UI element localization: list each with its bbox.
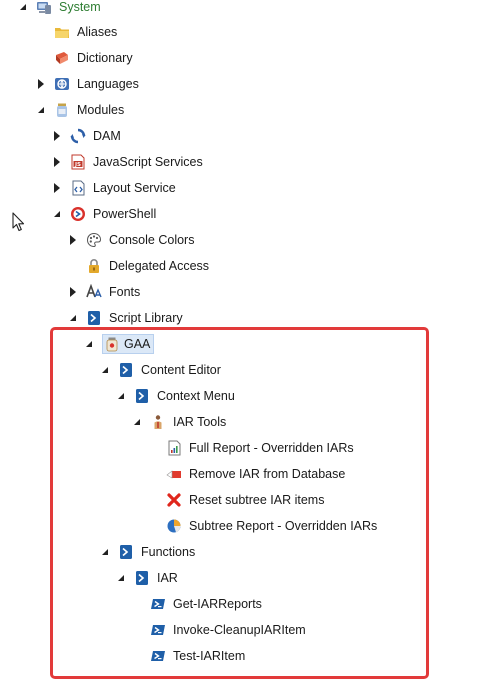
pie-chart-icon	[166, 518, 182, 534]
user-tools-icon	[150, 414, 166, 430]
tree-item-context-menu[interactable]: Context Menu	[0, 385, 479, 407]
expanded-arrow-icon[interactable]	[100, 547, 110, 557]
tree-item-subtree-report[interactable]: Subtree Report - Overridden IARs	[0, 515, 479, 537]
tree-item-label: IAR	[157, 571, 178, 585]
eraser-icon	[166, 466, 182, 482]
modules-jar-icon	[54, 102, 70, 118]
lock-icon	[86, 258, 102, 274]
expanded-arrow-icon[interactable]	[18, 2, 28, 12]
module-jar-icon	[102, 334, 121, 354]
tree-item-functions[interactable]: Functions	[0, 541, 479, 563]
powershell-module-icon	[134, 570, 150, 586]
tree-item-remove-iar[interactable]: Remove IAR from Database	[0, 463, 479, 485]
expanded-arrow-icon[interactable]	[132, 417, 142, 427]
tree-item-fonts[interactable]: Fonts	[0, 281, 479, 303]
expanded-arrow-icon[interactable]	[84, 339, 94, 349]
tree-item-label: Get-IARReports	[173, 597, 262, 611]
delete-x-icon	[166, 492, 182, 508]
font-icon	[86, 284, 102, 300]
tree-item-get-iarreports[interactable]: Get-IARReports	[0, 593, 479, 615]
powershell-script-icon	[150, 648, 166, 664]
tree-item-label: JavaScript Services	[93, 155, 203, 169]
palette-icon	[86, 232, 102, 248]
tree-item-label: GAA	[121, 334, 155, 354]
languages-globe-icon	[54, 76, 70, 92]
tree-item-label: Fonts	[109, 285, 141, 299]
mouse-pointer-icon	[12, 212, 26, 232]
tree-item-label: Invoke-CleanupIARItem	[173, 623, 306, 637]
collapsed-arrow-icon[interactable]	[68, 287, 78, 297]
collapsed-arrow-icon[interactable]	[52, 183, 62, 193]
tree-item-test-iaritem[interactable]: Test-IARItem	[0, 645, 479, 667]
collapsed-arrow-icon[interactable]	[52, 131, 62, 141]
expanded-arrow-icon[interactable]	[68, 313, 78, 323]
collapsed-arrow-icon[interactable]	[68, 235, 78, 245]
dictionary-book-icon	[54, 50, 70, 66]
dam-sync-icon	[70, 128, 86, 144]
tree-item-full-report[interactable]: Full Report - Overridden IARs	[0, 437, 479, 459]
tree-item-label: Remove IAR from Database	[189, 467, 346, 481]
tree-item-label: Reset subtree IAR items	[189, 493, 325, 507]
tree-item-label: Test-IARItem	[173, 649, 246, 663]
tree-item-label: System	[59, 0, 101, 14]
tree-item-modules[interactable]: Modules	[0, 99, 479, 121]
tree-item-label: Languages	[77, 77, 139, 91]
tree-item-label: Modules	[77, 103, 125, 117]
tree-item-gaa[interactable]: GAA	[0, 333, 479, 355]
tree-item-aliases[interactable]: Aliases	[0, 21, 479, 43]
svg-text:JS: JS	[74, 162, 81, 168]
tree-item-dictionary[interactable]: Dictionary	[0, 47, 479, 69]
content-tree: System Aliases Dictionary Languages Modu…	[0, 0, 479, 678]
powershell-module-icon	[134, 388, 150, 404]
expanded-arrow-icon[interactable]	[100, 365, 110, 375]
powershell-module-icon	[118, 362, 134, 378]
tree-item-iar[interactable]: IAR	[0, 567, 479, 589]
expanded-arrow-icon[interactable]	[116, 573, 126, 583]
tree-item-languages[interactable]: Languages	[0, 73, 479, 95]
tree-item-system[interactable]: System	[0, 0, 479, 18]
tree-item-invoke-cleanupiaritem[interactable]: Invoke-CleanupIARItem	[0, 619, 479, 641]
tree-item-label: IAR Tools	[173, 415, 227, 429]
powershell-logo-icon	[70, 206, 86, 222]
tree-item-label: Script Library	[109, 311, 183, 325]
tree-item-reset-subtree[interactable]: Reset subtree IAR items	[0, 489, 479, 511]
tree-item-dam[interactable]: DAM	[0, 125, 479, 147]
tree-item-label: Dictionary	[77, 51, 133, 65]
tree-item-label: Content Editor	[141, 363, 221, 377]
expanded-arrow-icon[interactable]	[52, 209, 62, 219]
tree-item-label: DAM	[93, 129, 121, 143]
tree-item-iar-tools[interactable]: IAR Tools	[0, 411, 479, 433]
tree-item-javascript-services[interactable]: JS JavaScript Services	[0, 151, 479, 173]
tree-item-label: Layout Service	[93, 181, 176, 195]
expanded-arrow-icon[interactable]	[36, 105, 46, 115]
tree-item-console-colors[interactable]: Console Colors	[0, 229, 479, 251]
layout-code-file-icon	[70, 180, 86, 196]
tree-item-label: Aliases	[77, 25, 118, 39]
folder-icon	[54, 24, 70, 40]
tree-item-label: PowerShell	[93, 207, 157, 221]
collapsed-arrow-icon[interactable]	[36, 79, 46, 89]
tree-item-label: Delegated Access	[109, 259, 210, 273]
javascript-file-icon: JS	[70, 154, 86, 170]
tree-item-label: Subtree Report - Overridden IARs	[189, 519, 378, 533]
tree-item-content-editor[interactable]: Content Editor	[0, 359, 479, 381]
report-chart-icon	[166, 440, 182, 456]
tree-item-label: Console Colors	[109, 233, 195, 247]
tree-item-powershell[interactable]: PowerShell	[0, 203, 479, 225]
tree-item-label: Full Report - Overridden IARs	[189, 441, 354, 455]
collapsed-arrow-icon[interactable]	[52, 157, 62, 167]
powershell-script-icon	[150, 596, 166, 612]
powershell-module-icon	[118, 544, 134, 560]
tree-item-label: Context Menu	[157, 389, 235, 403]
tree-item-layout-service[interactable]: Layout Service	[0, 177, 479, 199]
powershell-module-icon	[86, 310, 102, 326]
expanded-arrow-icon[interactable]	[116, 391, 126, 401]
tree-item-script-library[interactable]: Script Library	[0, 307, 479, 329]
system-icon	[36, 0, 52, 15]
tree-item-delegated-access[interactable]: Delegated Access	[0, 255, 479, 277]
tree-item-label: Functions	[141, 545, 196, 559]
powershell-script-icon	[150, 622, 166, 638]
